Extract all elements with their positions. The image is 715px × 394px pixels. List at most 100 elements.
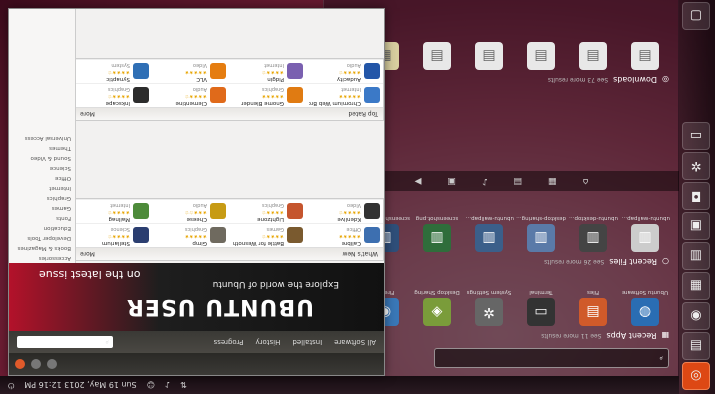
category-item[interactable]: Internet bbox=[9, 183, 75, 193]
user-icon[interactable]: ☺ bbox=[147, 381, 155, 390]
recent-files-more[interactable]: See 26 more results bbox=[544, 258, 604, 265]
category-item[interactable]: Themes bbox=[9, 143, 75, 153]
category-item[interactable]: Graphics bbox=[9, 193, 75, 203]
launcher-item-software-center[interactable]: ◘ bbox=[682, 182, 710, 210]
app-tile[interactable]: ◍ Ubuntu Software bbox=[619, 289, 671, 326]
recent-apps-heading[interactable]: ▦ Recent Apps See 11 more results bbox=[541, 331, 669, 340]
category-item[interactable]: Science bbox=[9, 163, 75, 173]
app-card[interactable]: Stellarium ★★★★☆ Science bbox=[75, 223, 152, 247]
download-tile[interactable]: ▤ bbox=[515, 39, 567, 70]
launcher-item-spreadsheet[interactable]: ▥ bbox=[682, 242, 710, 270]
app-rating: ★★★☆☆ bbox=[184, 209, 207, 215]
file-tile[interactable]: ▥ ubuntu-wallpaper.png bbox=[463, 215, 515, 252]
download-tile[interactable]: ▤ bbox=[411, 39, 463, 70]
video-lens-icon[interactable]: ▶ bbox=[415, 176, 422, 186]
whats-new-more-button[interactable]: More bbox=[80, 251, 95, 258]
app-card[interactable]: Kdenlive ★★★★☆ Video bbox=[306, 199, 383, 223]
dash-search-box[interactable]: ⌕ bbox=[434, 348, 669, 368]
app-card[interactable]: Chromium Web Browser★★★★★Internet bbox=[306, 83, 383, 107]
category-item[interactable]: Developer Tools bbox=[9, 233, 75, 243]
software-search-input[interactable]: ⌕ bbox=[17, 336, 113, 348]
downloads-heading[interactable]: ◎ Downloads See 73 more results bbox=[548, 75, 669, 84]
app-name: Inkscape bbox=[105, 100, 130, 106]
launcher-item-terminal[interactable]: ▭ bbox=[682, 122, 710, 150]
app-card[interactable]: Calibre ★★★★★ Office bbox=[306, 223, 383, 247]
launcher-item-trash[interactable]: ▢ bbox=[682, 2, 710, 30]
magazine-banner[interactable]: UBUNTU USER Explore the world of Ubuntu … bbox=[9, 263, 384, 331]
app-tile[interactable]: ▤ Files bbox=[567, 289, 619, 326]
downloads-more[interactable]: See 73 more results bbox=[548, 76, 608, 83]
category-item[interactable]: Accessories bbox=[9, 253, 75, 263]
app-card[interactable]: Clementine ★★★★☆ Audio bbox=[152, 83, 229, 107]
category-item[interactable]: Office bbox=[9, 173, 75, 183]
download-tile[interactable]: ▤ bbox=[463, 39, 515, 70]
toolbar-history[interactable]: History bbox=[256, 338, 281, 346]
file-tile-label: ubuntu-desktop.png bbox=[568, 215, 618, 221]
app-card[interactable]: Pidgin ★★★★☆ Internet bbox=[229, 59, 306, 83]
category-item[interactable]: Books & Magazines bbox=[9, 243, 75, 253]
clock[interactable]: Sun 19 May, 2013 12:16 PM bbox=[24, 381, 136, 390]
power-icon[interactable]: ⏻ bbox=[8, 380, 14, 390]
app-tile-label: Terminal bbox=[529, 289, 553, 295]
app-icon bbox=[287, 203, 303, 220]
downloads-title: Downloads bbox=[613, 75, 658, 84]
launcher-item-firefox[interactable]: ◉ bbox=[682, 302, 710, 330]
photos-lens-icon[interactable]: ▣ bbox=[447, 176, 456, 186]
app-rating: ★★★★☆ bbox=[107, 233, 130, 239]
app-tile[interactable]: ▭ Terminal bbox=[515, 289, 567, 326]
app-card[interactable]: Battle for Wesnoth ★★★★☆ Games bbox=[229, 223, 306, 247]
file-tile[interactable]: ▥ screenshot.png bbox=[411, 215, 463, 252]
app-card[interactable]: Gimp ★★★★★ Graphics bbox=[152, 223, 229, 247]
app-card[interactable]: VLC ★★★★★ Video bbox=[152, 59, 229, 83]
dash-home-button[interactable]: ◎ bbox=[682, 362, 710, 390]
file-tile[interactable]: ▥ ubuntu-desktop.png bbox=[567, 215, 619, 252]
network-icon[interactable]: ⇅ bbox=[180, 381, 187, 390]
app-card-text: Clementine ★★★★☆ Audio bbox=[175, 85, 207, 106]
file-tile[interactable]: ▥ ubuntu-wallpaper.png bbox=[619, 215, 671, 252]
app-card[interactable]: Cheese ★★★☆☆ Audio bbox=[152, 199, 229, 223]
app-card[interactable]: Gnome Blender ★★★★★ Graphics bbox=[229, 83, 306, 107]
volume-icon[interactable]: ♪ bbox=[165, 381, 170, 390]
app-card[interactable]: Lightzone ★★★★☆ Graphics bbox=[229, 199, 306, 223]
music-lens-icon[interactable]: ♪ bbox=[482, 176, 488, 186]
launcher-item-presentation[interactable]: ▣ bbox=[682, 212, 710, 240]
launcher-item-files[interactable]: ▤ bbox=[682, 332, 710, 360]
category-item[interactable]: Universal Access bbox=[9, 133, 75, 143]
app-card[interactable]: Synaptic ★★★★☆ System bbox=[75, 59, 152, 83]
file-tile[interactable]: ▥ desktop-sharing.png bbox=[515, 215, 567, 252]
app-card-text: Audacity ★★★★☆ Audio bbox=[337, 61, 361, 82]
download-tile[interactable]: ▤ bbox=[567, 39, 619, 70]
launcher-item-settings[interactable]: ✲ bbox=[682, 152, 710, 180]
maximize-button[interactable] bbox=[31, 359, 41, 369]
recent-apps-more[interactable]: See 11 more results bbox=[541, 332, 601, 339]
launcher-item-documents[interactable]: ▦ bbox=[682, 272, 710, 300]
rotated-screenshot: ◎ ▤ ◉ ▦ ▥ ▣ ◘ ✲ ▭ ▢ ⇅ ♪ ☺ Sun 19 May, 20… bbox=[0, 0, 715, 394]
minimize-button[interactable] bbox=[47, 359, 57, 369]
app-card[interactable]: Audacity ★★★★☆ Audio bbox=[306, 59, 383, 83]
app-rating: ★★★★★ bbox=[338, 233, 361, 239]
toolbar-installed[interactable]: Installed bbox=[292, 338, 322, 346]
toolbar-progress[interactable]: Progress bbox=[214, 338, 244, 346]
dash-search-input[interactable] bbox=[451, 352, 656, 364]
category-item[interactable]: Education bbox=[9, 223, 75, 233]
app-category: Graphics bbox=[261, 86, 284, 92]
toolbar-all-software[interactable]: All Software bbox=[334, 338, 376, 346]
app-card[interactable]: Inkscape ★★★★☆ Graphics bbox=[75, 83, 152, 107]
category-item[interactable]: Games bbox=[9, 203, 75, 213]
category-item[interactable]: Sound & Video bbox=[9, 153, 75, 163]
apps-lens-icon[interactable]: ▦ bbox=[548, 176, 557, 186]
app-tile[interactable]: ◈ Desktop Sharing bbox=[411, 289, 463, 326]
app-tile[interactable]: ✲ System Settings bbox=[463, 289, 515, 326]
files-lens-icon[interactable]: ▤ bbox=[514, 176, 523, 186]
downloads-grid: ▤ ▤ ▤ ▤ ▤ ▦ bbox=[359, 39, 671, 70]
app-card-text: Battle for Wesnoth ★★★★☆ Games bbox=[233, 225, 284, 246]
app-card[interactable]: Mailnag ★★★★☆ Internet bbox=[75, 199, 152, 223]
close-button[interactable] bbox=[15, 359, 25, 369]
app-card-text: Lightzone ★★★★☆ Graphics bbox=[257, 201, 284, 222]
recent-files-heading[interactable]: ○ Recent Files See 26 more results bbox=[544, 257, 669, 266]
document-icon: ▤ bbox=[631, 42, 659, 70]
top-rated-more-button[interactable]: More bbox=[80, 111, 95, 118]
download-tile[interactable]: ▤ bbox=[619, 39, 671, 70]
home-lens-icon[interactable]: ⌂ bbox=[583, 176, 589, 186]
category-item[interactable]: Fonts bbox=[9, 213, 75, 223]
